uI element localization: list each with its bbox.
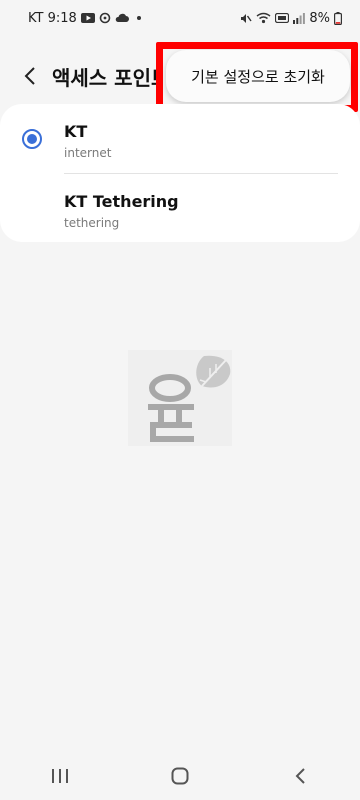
recents-button[interactable] — [36, 756, 84, 796]
youtube-icon — [80, 13, 95, 23]
home-button[interactable] — [156, 756, 204, 796]
battery-icon — [334, 11, 342, 25]
watermark-logo — [128, 350, 232, 446]
apn-name: KT — [64, 122, 88, 141]
status-left: KT 9:18 — [28, 11, 141, 26]
back-button[interactable] — [14, 60, 46, 92]
signal-icon — [293, 12, 306, 24]
list-item-kt-tethering[interactable]: KT Tethering tethering — [0, 174, 360, 242]
radio-selected[interactable] — [22, 129, 42, 149]
page-title: 액세스 포인트 — [52, 66, 170, 90]
hd-icon — [275, 13, 290, 23]
list-item-kt[interactable]: KT internet — [0, 104, 360, 172]
battery-percent: 8% — [309, 10, 330, 26]
status-time: KT 9:18 — [28, 10, 77, 26]
sync-icon — [99, 12, 111, 24]
recents-icon — [52, 769, 68, 783]
reset-to-default-label: 기본 설정으로 초기화 — [191, 67, 325, 86]
reset-to-default-menu-item[interactable]: 기본 설정으로 초기화 — [166, 50, 350, 102]
dot-icon — [136, 16, 141, 20]
status-right: 8% — [239, 11, 342, 26]
back-icon — [295, 768, 305, 784]
home-icon — [171, 767, 189, 785]
wifi-icon — [256, 12, 271, 24]
status-bar: KT 9:18 8% — [0, 0, 360, 36]
leaf-logo-icon — [148, 355, 231, 442]
apn-type: internet — [64, 146, 112, 160]
apn-type: tethering — [64, 216, 120, 230]
cloud-icon — [115, 13, 129, 23]
back-nav-button[interactable] — [276, 756, 324, 796]
apn-list: KT internet KT Tethering tethering — [0, 104, 360, 242]
chevron-left-icon — [24, 67, 35, 85]
mute-icon — [239, 12, 252, 25]
navigation-bar — [0, 752, 360, 800]
apn-name: KT Tethering — [64, 192, 179, 211]
